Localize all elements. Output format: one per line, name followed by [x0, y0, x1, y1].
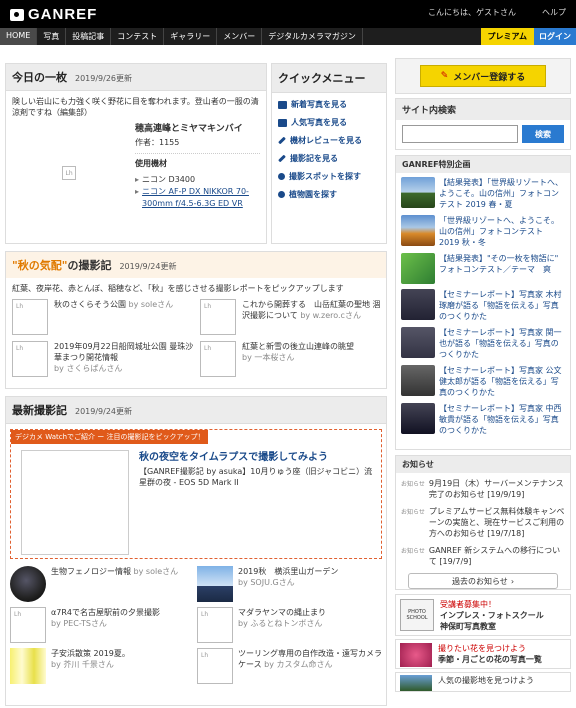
- pencil-icon: [278, 154, 286, 163]
- flower-promo[interactable]: 撮りたい花を見つけよう 季節・月ごとの花の写真一覧: [395, 639, 571, 669]
- search-button[interactable]: 検索: [522, 125, 564, 143]
- spot-thumb: [400, 675, 432, 691]
- photo-school-promo[interactable]: PHOTO SCHOOL 受講者募集中！ インプレス・フォトスクール 神保町写真教室: [395, 594, 571, 636]
- autumn-title: "秋の気配"の撮影記 2019/9/24更新: [6, 252, 386, 278]
- today-photo-title[interactable]: 穂高連峰とミヤマキンバイ: [135, 123, 260, 135]
- special-thumb: [401, 215, 435, 246]
- chevron-right-icon: ›: [510, 576, 515, 586]
- sky-thumb: [10, 566, 46, 602]
- nav-home[interactable]: HOME: [0, 28, 38, 45]
- special-title: GANREF特別企画: [396, 156, 570, 173]
- quick-gardens[interactable]: 植物園を探す: [278, 189, 380, 200]
- special-thumb: [401, 327, 435, 358]
- special-thumb: [401, 177, 435, 208]
- today-author[interactable]: 作者：1155: [135, 137, 260, 149]
- latest-item[interactable]: 2019秋 横浜里山ガーデン by SOJU.Gさん: [197, 566, 384, 602]
- today-title: 今日の一枚 2019/9/26更新: [6, 64, 266, 91]
- past-news-button[interactable]: 過去のお知らせ ›: [408, 573, 558, 589]
- autumn-feature-box: "秋の気配"の撮影記 2019/9/24更新 紅葉、夜岸花、赤とんぼ、稲穂など、「…: [5, 251, 387, 389]
- special-item[interactable]: 【セミナーレポート】写真家 中西敏貴が語る「物語を伝える」写真のつくりかた: [401, 403, 565, 436]
- camera-model[interactable]: ニコン D3400: [142, 175, 195, 184]
- news-item[interactable]: お知らせ プレミアムサービス無料体験キャンペーンの実施と、現在サービスご利用の方へ…: [401, 506, 565, 539]
- news-item[interactable]: お知らせ 9月19日（木）サーバーメンテナンス完了のお知らせ [19/9/19]: [401, 478, 565, 500]
- top-bar: GANREF こんにちは、ゲストさん ヘルプ: [0, 0, 576, 28]
- flower-thumb: [400, 643, 432, 667]
- latest-articles-box: 最新撮影記 2019/9/24更新 デジカメ Watchでご紹介 ー 注目の撮影記…: [5, 396, 387, 706]
- quick-new-photos[interactable]: 新着写真を見る: [278, 99, 380, 110]
- nav-members[interactable]: メンバー: [217, 28, 263, 45]
- special-item[interactable]: 【結果発表】"その一枚を物語に" フォトコンテスト／テーマ 爽: [401, 253, 565, 284]
- latest-title: 最新撮影記 2019/9/24更新: [6, 397, 386, 424]
- special-item[interactable]: 【セミナーレポート】写真家 関一也が語る「物語を伝える」写真のつくりかた: [401, 327, 565, 360]
- autumn-item[interactable]: Lh これから開葬する 山岳紅葉の聖地 涸沢撮影について by w.zero.cさ…: [200, 299, 388, 335]
- nav-contest[interactable]: コンテスト: [111, 28, 165, 45]
- pickup-banner: デジカメ Watchでご紹介 ー 注目の撮影記をピックアップ！: [11, 430, 209, 444]
- featured-thumb[interactable]: [21, 450, 129, 555]
- mountain-thumb: [197, 566, 233, 602]
- pencil-icon: ✎: [440, 71, 449, 81]
- special-item[interactable]: 【結果発表】「世界級リゾートへ、ようこそ。山の信州」フォトコンテスト 2019 …: [401, 177, 565, 210]
- nav-magazine[interactable]: デジタルカメラマガジン: [262, 28, 363, 45]
- news-box: お知らせ お知らせ 9月19日（木）サーバーメンテナンス完了のお知らせ [19/9…: [395, 455, 571, 590]
- triangle-icon: ▸: [135, 175, 140, 184]
- news-item[interactable]: お知らせ GANREF 新システムへの移行について [19/7/9]: [401, 545, 565, 567]
- today-comment: 険しい岩山にも力強く咲く野花に目を奪われます。登山者の一服の清涼剤ですね（編集部…: [12, 97, 259, 117]
- guest-greeting: こんにちは、ゲストさん: [428, 8, 516, 17]
- quick-popular-photos[interactable]: 人気写真を見る: [278, 117, 380, 128]
- site-search-box: サイト内検索 検索: [395, 98, 571, 150]
- search-input[interactable]: [402, 125, 518, 143]
- photo-icon: [278, 100, 287, 109]
- member-register-box: ✎ メンバー登録する: [395, 58, 571, 94]
- photo-icon: [278, 118, 287, 127]
- search-title: サイト内検索: [396, 99, 570, 120]
- logo-text: GANREF: [28, 6, 98, 23]
- help-link[interactable]: ヘルプ: [542, 7, 566, 18]
- main-nav: HOME 写真 投稿記事 コンテスト ギャラリー メンバー デジタルカメラマガジ…: [0, 28, 576, 45]
- camera-logo-icon: [10, 8, 24, 21]
- latest-item[interactable]: Lh ツーリング専用の自作改造・遠写カメラケース by カスタム命さん: [197, 648, 384, 684]
- today-photo-box: 今日の一枚 2019/9/26更新 険しい岩山にも力強く咲く野花に目を奪われます。…: [5, 63, 267, 244]
- quick-gear-review[interactable]: 機材レビューを見る: [278, 135, 380, 146]
- bottles-thumb: [10, 648, 46, 684]
- autumn-item[interactable]: Lh 秋のさくらそう公園 by soleさん: [12, 299, 200, 335]
- lens-model[interactable]: ニコン AF-P DX NIKKOR 70-300mm f/4.5-6.3G E…: [142, 186, 260, 210]
- latest-item[interactable]: 生物フェノロジー情報 by soleさん: [10, 566, 197, 602]
- featured-title[interactable]: 秋の夜空をタイムラプスで撮影してみよう: [139, 448, 379, 463]
- special-thumb: [401, 365, 435, 396]
- latest-item[interactable]: 子安浜散策 2019夏。 by 芥川 千景さん: [10, 648, 197, 684]
- quick-articles[interactable]: 撮影記を見る: [278, 153, 380, 164]
- special-thumb: [401, 289, 435, 320]
- special-item[interactable]: 【セミナーレポート】写真家 公文健太郎が語る「物語を伝える」写真のつくりかた: [401, 365, 565, 398]
- member-register-button[interactable]: ✎ メンバー登録する: [420, 65, 546, 87]
- autumn-item[interactable]: Lh 紅葉と新雪の後立山連峰の眺望 by 一本桜さん: [200, 341, 388, 377]
- site-logo[interactable]: GANREF: [10, 6, 97, 23]
- pencil-icon: [278, 136, 286, 145]
- spot-promo[interactable]: 人気の撮影地を見つけよう: [395, 672, 571, 692]
- search-icon: [278, 191, 285, 198]
- equipment-label: 使用機材: [135, 159, 167, 168]
- featured-desc: 【GANREF撮影記 by asuka】10月りゅう座（旧ジャコビニ）流星群の夜…: [139, 467, 373, 487]
- premium-button[interactable]: プレミアム: [480, 28, 534, 45]
- nav-gallery[interactable]: ギャラリー: [164, 28, 218, 45]
- autumn-item[interactable]: Lh 2019年09月22日船岡城址公園 曼珠沙華まつり開花情報 by さくらぱんさ…: [12, 341, 200, 377]
- quick-spots[interactable]: 撮影スポットを探す: [278, 171, 380, 182]
- special-features-box: GANREF特別企画 【結果発表】「世界級リゾートへ、ようこそ。山の信州」フォト…: [395, 155, 571, 450]
- quick-menu-title: クイックメニュー: [272, 64, 386, 93]
- news-title: お知らせ: [396, 456, 570, 473]
- quick-menu: クイックメニュー 新着写真を見る 人気写真を見る 機材レビューを見る 撮影記を見…: [271, 63, 387, 244]
- search-icon: [278, 173, 285, 180]
- latest-item[interactable]: Lh α7R4で名古屋駅前の夕景撮影 by PEC-TSさん: [10, 607, 197, 643]
- today-photo-thumb[interactable]: Lh: [12, 123, 125, 223]
- special-thumb: [401, 253, 435, 284]
- photo-school-logo: PHOTO SCHOOL: [400, 599, 434, 631]
- nav-photos[interactable]: 写真: [37, 28, 67, 45]
- special-item[interactable]: 「世界級リゾートへ、ようこそ。山の信州」フォトコンテスト 2019 秋・冬: [401, 215, 565, 248]
- special-thumb: [401, 403, 435, 434]
- nav-posts[interactable]: 投稿記事: [66, 28, 112, 45]
- special-item[interactable]: 【セミナーレポート】写真家 木村琢磨が語る「物語を伝える」写真のつくりかた: [401, 289, 565, 322]
- triangle-icon: ▸: [135, 187, 140, 196]
- autumn-desc: 紅葉、夜岸花、赤とんぼ、稲穂など、「秋」を感じさせる撮影レポートをピックアップし…: [12, 284, 344, 293]
- latest-item[interactable]: Lh マダラヤンマの縄止まり by ふるとねトンボさん: [197, 607, 384, 643]
- login-button[interactable]: ログイン: [534, 28, 576, 45]
